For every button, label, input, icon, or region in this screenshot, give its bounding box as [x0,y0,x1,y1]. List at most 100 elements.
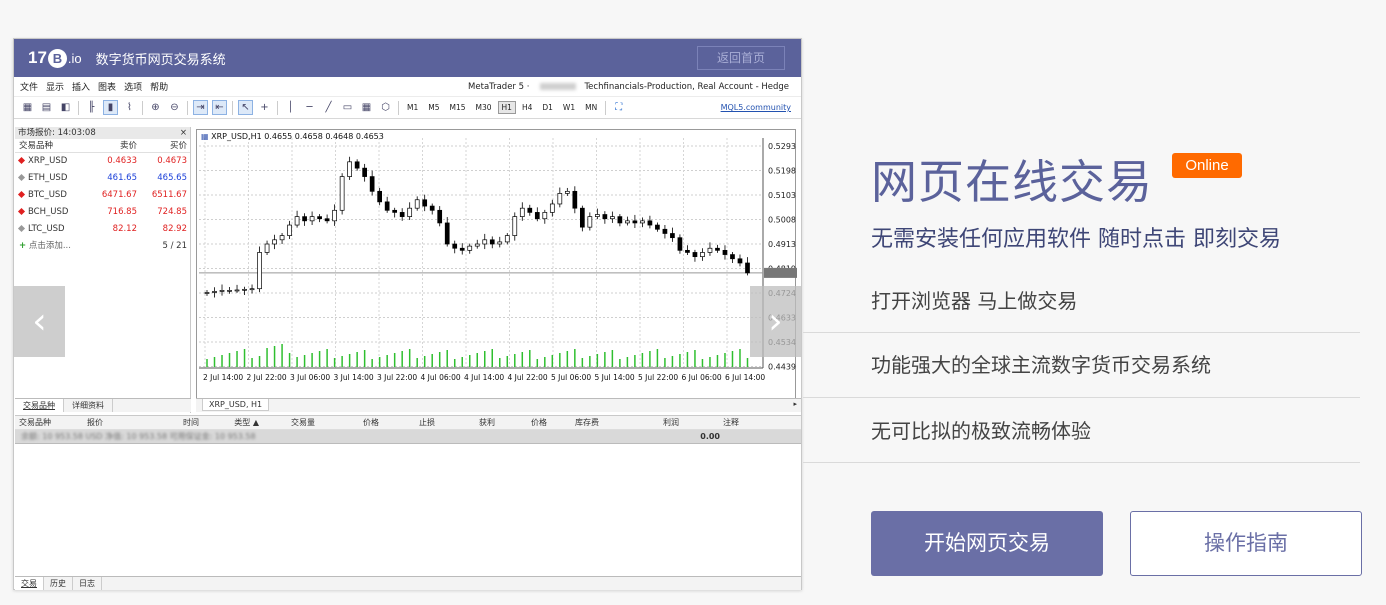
candlestick-icon[interactable]: ▮ [103,100,118,115]
menu-view[interactable]: 显示 [46,80,64,93]
zoom-out-icon[interactable]: ⊖ [167,100,182,115]
column-header[interactable]: 交易量 [265,416,321,429]
chart-tabs: XRP_USD, H1 ▸ [196,398,801,412]
carousel-next-button[interactable]: › [750,286,801,357]
shapes-icon[interactable]: ⬡ [378,100,393,115]
tab-history[interactable]: 历史 [44,577,73,590]
cursor-icon[interactable]: ↖ [238,100,253,115]
column-header[interactable]: 类型 ▲ [205,416,265,429]
column-header[interactable]: 时间 [143,416,205,429]
guide-button[interactable]: 操作指南 [1130,511,1362,576]
price-tick-label: 0.4439 [768,363,796,372]
app-title: 数字货币网页交易系统 [95,52,226,68]
candle-body [339,176,345,211]
candle-body [670,233,675,239]
toolbar: ▦ ▤ ◧ ╟ ▮ ⌇ ⊕ ⊖ ⇥ ⇤ ↖ + │ ─ ╱ ▭ ▦ ⬡ M1 M… [14,97,801,119]
tab-chart-xrp[interactable]: XRP_USD, H1 [202,399,270,411]
back-home-button[interactable]: 返回首页 [697,46,785,70]
candle-body [212,291,217,293]
carousel-prev-button[interactable]: ‹ [14,286,65,357]
column-header[interactable]: 利润 [605,416,685,429]
trading-app-screenshot: 17 B .io 数字货币网页交易系统 返回首页 文件 显示 插入 图表 选项 帮助… [13,38,802,590]
logo[interactable]: 17 B .io [28,48,82,68]
autoscroll-icon[interactable]: ⇥ [193,100,208,115]
horizontal-line-icon[interactable]: ─ [302,100,317,115]
candle-body [392,209,398,213]
candle-body [437,209,443,224]
column-header[interactable]: 库存费 [553,416,605,429]
column-header[interactable]: 获利 [441,416,501,429]
grid-icon[interactable]: ▦ [359,100,374,115]
timeframe-mn[interactable]: MN [581,101,601,114]
menu-insert[interactable]: 插入 [72,80,90,93]
vertical-line-icon[interactable]: │ [283,100,298,115]
new-chart-icon[interactable]: ▦ [20,100,35,115]
column-header[interactable]: 报价 [83,416,143,429]
list-item[interactable]: LTC_USD 82.12 82.92 [15,221,190,238]
candle-body [249,288,255,291]
column-header[interactable]: 交易品种 [15,416,83,429]
timeframe-m15[interactable]: M15 [446,101,470,114]
candle-body [625,220,630,224]
tab-details[interactable]: 详细资料 [64,399,113,412]
terminal-tabs: 交易 历史 日志 [15,576,801,590]
candle-body [272,239,277,245]
chart-shift-icon[interactable]: ⇤ [212,100,227,115]
candle-body [377,190,383,203]
menu-options[interactable]: 选项 [124,80,142,93]
menu-bar: 文件 显示 插入 图表 选项 帮助 MetaTrader 5 · Techfina… [14,77,801,97]
candle-body [737,258,743,264]
time-tick-label: 4 Jul 06:00 [421,373,461,382]
time-tick-label: 2 Jul 14:00 [203,373,243,382]
list-item[interactable]: BCH_USD 716.85 724.85 [15,204,190,221]
candle-body [482,239,488,245]
candle-body [219,290,225,292]
timeframe-h1[interactable]: H1 [497,101,516,114]
timeframe-h4[interactable]: H4 [518,101,536,114]
divider [803,462,1360,463]
zoom-in-icon[interactable]: ⊕ [148,100,163,115]
fullscreen-icon[interactable]: ⛶ [611,100,626,115]
column-header[interactable]: 价格 [501,416,553,429]
tab-symbols[interactable]: 交易品种 [15,399,64,412]
candle-body [557,193,563,205]
timeframe-m30[interactable]: M30 [472,101,496,114]
line-chart-icon[interactable]: ⌇ [122,100,137,115]
subtitle: 无需安装任何应用软件 随时点击 即刻交易 [871,227,1281,252]
list-item[interactable]: XRP_USD 0.4633 0.4673 [15,153,190,170]
column-header[interactable]: 价格 [321,416,385,429]
column-header[interactable]: 止损 [385,416,441,429]
candle-body [572,190,578,209]
candle-body [715,247,720,251]
algo-trading-icon[interactable]: ◧ [58,100,73,115]
close-icon[interactable]: × [180,127,187,139]
tab-journal[interactable]: 日志 [73,577,102,590]
menu-file[interactable]: 文件 [20,80,38,93]
scroll-right-icon[interactable]: ▸ [793,400,797,408]
timeframe-w1[interactable]: W1 [559,101,579,114]
trendline-icon[interactable]: ╱ [321,100,336,115]
start-trading-button[interactable]: 开始网页交易 [871,511,1103,576]
mql5-community-link[interactable]: MQL5.community [721,103,791,112]
crosshair-icon[interactable]: + [257,100,272,115]
text-label-icon[interactable]: ▭ [340,100,355,115]
list-item[interactable]: ETH_USD 461.65 465.65 [15,170,190,187]
menu-chart[interactable]: 图表 [98,80,116,93]
timeframe-m5[interactable]: M5 [424,101,443,114]
timeframe-d1[interactable]: D1 [538,101,557,114]
column-header[interactable]: 注释 [685,416,745,429]
candle-body [347,161,352,177]
add-symbol-row[interactable]: + 点击添加... 5 / 21 [15,238,190,255]
masked-account-number [540,82,577,90]
new-order-icon[interactable]: ▤ [39,100,54,115]
candle-body [587,216,593,228]
price-chart[interactable]: ▦ XRP_USD,H1 0.4655 0.4658 0.4648 0.4653… [196,129,797,399]
bar-chart-icon[interactable]: ╟ [84,100,99,115]
toolbar-divider [277,100,278,115]
time-tick-label: 2 Jul 22:00 [247,373,287,382]
tab-trade[interactable]: 交易 [15,577,44,590]
timeframe-m1[interactable]: M1 [403,101,422,114]
menu-help[interactable]: 帮助 [150,80,168,93]
list-item[interactable]: BTC_USD 6471.67 6511.67 [15,187,190,204]
candle-body [204,292,210,294]
